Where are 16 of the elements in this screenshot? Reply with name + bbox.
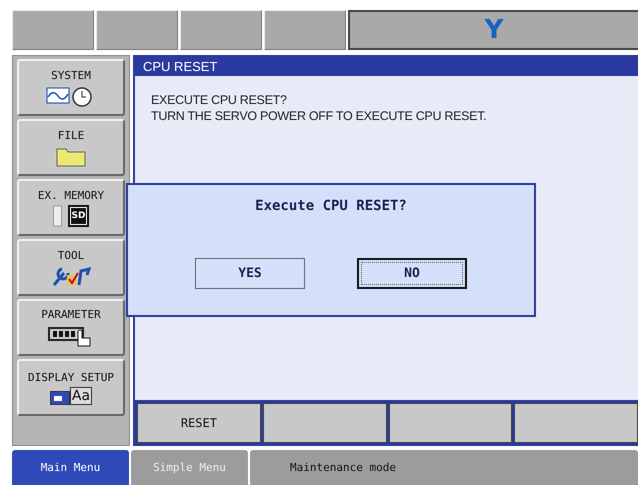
menu-button[interactable]: FILE bbox=[17, 119, 125, 176]
menu-button[interactable]: DISPLAY SETUP Aa bbox=[17, 359, 125, 416]
status-text: Maintenance mode bbox=[290, 461, 396, 474]
function-key[interactable]: RESET bbox=[137, 403, 261, 443]
dialog-button[interactable]: YES bbox=[195, 258, 305, 289]
message-text: TURN THE SERVO POWER OFF TO EXECUTE CPU RESET. bbox=[151, 108, 488, 124]
dialog-button[interactable]: NO bbox=[357, 258, 467, 289]
menu-button[interactable]: EX. MEMORY SD bbox=[17, 179, 125, 236]
menu-button[interactable]: SYSTEM bbox=[17, 59, 125, 116]
message-text: EXECUTE CPU RESET? bbox=[151, 92, 288, 108]
menu-button[interactable]: PARAMETER bbox=[17, 299, 125, 356]
menu-button[interactable]: TOOL bbox=[17, 239, 125, 296]
logo: Y bbox=[484, 15, 504, 45]
wrench-robot-arm-icon bbox=[51, 264, 91, 286]
dialog-message: Execute CPU RESET? bbox=[255, 198, 407, 214]
menu-tab[interactable]: Main Menu bbox=[12, 450, 129, 485]
